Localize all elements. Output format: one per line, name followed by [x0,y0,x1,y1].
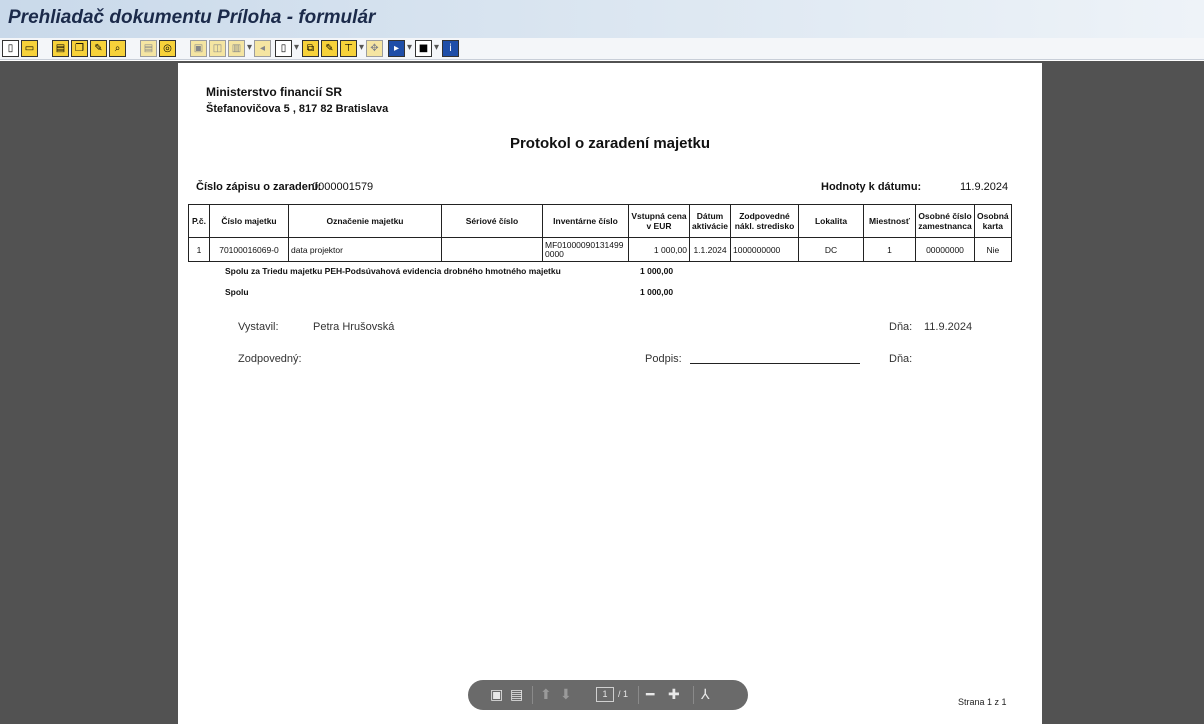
save-icon[interactable]: ▣ [190,40,207,57]
table-row: 1 70100016069-0 data projektor MF0100009… [188,237,1012,262]
responsible-label: Zodpovedný: [238,353,302,365]
document-viewer[interactable]: Ministerstvo financií SR Štefanovičova 5… [0,61,1204,724]
table-cell: 1 000,00 [628,237,690,262]
save-icon[interactable]: ▣ [490,686,503,704]
asset-table: P.č. Číslo majetku Označenie majetku Sér… [188,204,1012,262]
table-cell: 1000000000 [730,237,799,262]
page-footer: Strana 1 z 1 [958,697,1007,707]
toolbar: ▯ ▭ ▤ ❐ ✎ ⌕ ▤ ◎ ▣ ◫ ▥ ▾ ◂ ▯ ▾ ⧉ ✎ ⊤ ▾ ✥ … [0,38,1204,60]
table-header: Zodpovedné nákl. stredisko [730,204,799,238]
table-cell: MF01000090131499 0000 [542,237,629,262]
toolbar-separator: ▾ [407,42,413,53]
signature-line [690,363,860,364]
table-cell: 1.1.2024 [689,237,731,262]
table-cell: 70100016069-0 [209,237,289,262]
pointer-icon[interactable]: ◂ [254,40,271,57]
separator [532,686,533,704]
table-header-row: P.č. Číslo majetku Označenie majetku Sér… [188,204,1012,238]
subtotal-label: Spolu za Triedu majetku PEH-Podsúvahová … [225,266,561,276]
day-value: 11.9.2024 [924,321,973,333]
subtotal-value: 1 000,00 [640,266,674,276]
previous-page-icon[interactable]: ⬆ [540,686,552,704]
toolbar-separator: ▾ [294,42,300,53]
day-label: Dňa: [889,321,913,333]
title-bar: Prehliadač dokumentu Príloha - formulár [0,0,1204,38]
table-header: Vstupná cena v EUR [628,204,690,238]
print-icon[interactable]: ▤ [52,40,69,57]
table-header: Sériové číslo [441,204,543,238]
table-cell: DC [798,237,864,262]
edit-icon[interactable]: ✎ [90,40,107,57]
window-title: Prehliadač dokumentu Príloha - formulár [8,7,376,28]
table-header: Osobná karta [974,204,1012,238]
view-icon[interactable]: ◫ [209,40,226,57]
separator [638,686,639,704]
table-cell: Nie [974,237,1012,262]
zoom-out-icon[interactable]: ━ [646,686,654,704]
table-cell: 1 [188,237,210,262]
play-icon[interactable]: ▸ [388,40,405,57]
page-setup-icon[interactable]: ◎ [159,40,176,57]
date-label: Hodnoty k dátumu: [821,181,922,193]
table-icon[interactable]: ⊤ [340,40,357,57]
table-header: Číslo majetku [209,204,289,238]
issued-by-value: Petra Hrušovská [313,321,395,333]
toolbar-separator: ▾ [434,42,440,53]
issued-by-label: Vystavil: [238,321,279,333]
table-cell [441,237,543,262]
table-header: P.č. [188,204,210,238]
export-icon[interactable]: ⧉ [302,40,319,57]
print-icon[interactable]: ▤ [510,686,523,704]
next-page-icon[interactable]: ⬇ [560,686,572,704]
page-number-input[interactable]: 1 [596,687,614,702]
filter-icon[interactable]: ✎ [321,40,338,57]
find-icon[interactable]: ⌕ [109,40,126,57]
copy-icon[interactable]: ❐ [71,40,88,57]
table-header: Dátum aktivácie [689,204,731,238]
new-document-icon[interactable]: ▯ [2,40,19,57]
day-label-2: Dňa: [889,353,913,365]
page-icon[interactable]: ▯ [275,40,292,57]
table-header: Inventárne číslo [542,204,629,238]
table-header: Označenie majetku [288,204,442,238]
ministry-name: Ministerstvo financií SR [206,85,343,99]
table-header: Lokalita [798,204,864,238]
table-header: Osobné číslo zamestnanca [915,204,975,238]
acrobat-icon[interactable]: ⅄ [701,686,710,704]
table-cell: data projektor [288,237,442,262]
page-navigation-bar: ▣ ▤ ⬆ ⬇ 1 / 1 ━ ✚ ⅄ [468,680,748,710]
registration-value: 0000001579 [312,181,374,193]
open-folder-icon[interactable]: ▭ [21,40,38,57]
print-preview-icon[interactable]: ▤ [140,40,157,57]
toolbar-separator: ▾ [247,42,253,53]
total-label: Spolu [225,287,249,297]
signature-label: Podpis: [645,353,682,365]
ministry-address: Štefanovičova 5 , 817 82 Bratislava [206,103,389,115]
page-total: / 1 [618,689,629,699]
document-title: Protokol o zaradení majetku [509,135,711,152]
toolbar-separator: ▾ [359,42,365,53]
table-cell: 00000000 [915,237,975,262]
total-value: 1 000,00 [640,287,674,297]
table-cell: 1 [863,237,916,262]
separator [693,686,694,704]
navigate-icon[interactable]: ✥ [366,40,383,57]
stop-icon[interactable]: ■ [415,40,432,57]
table-header: Miestnosť [863,204,916,238]
info-icon[interactable]: i [442,40,459,57]
date-value: 11.9.2024 [960,181,1009,193]
registration-label: Číslo zápisu o zaradení: [196,181,322,193]
document-page: Ministerstvo financií SR Štefanovičova 5… [178,63,1042,724]
zoom-in-icon[interactable]: ✚ [668,686,680,704]
layout-icon[interactable]: ▥ [228,40,245,57]
